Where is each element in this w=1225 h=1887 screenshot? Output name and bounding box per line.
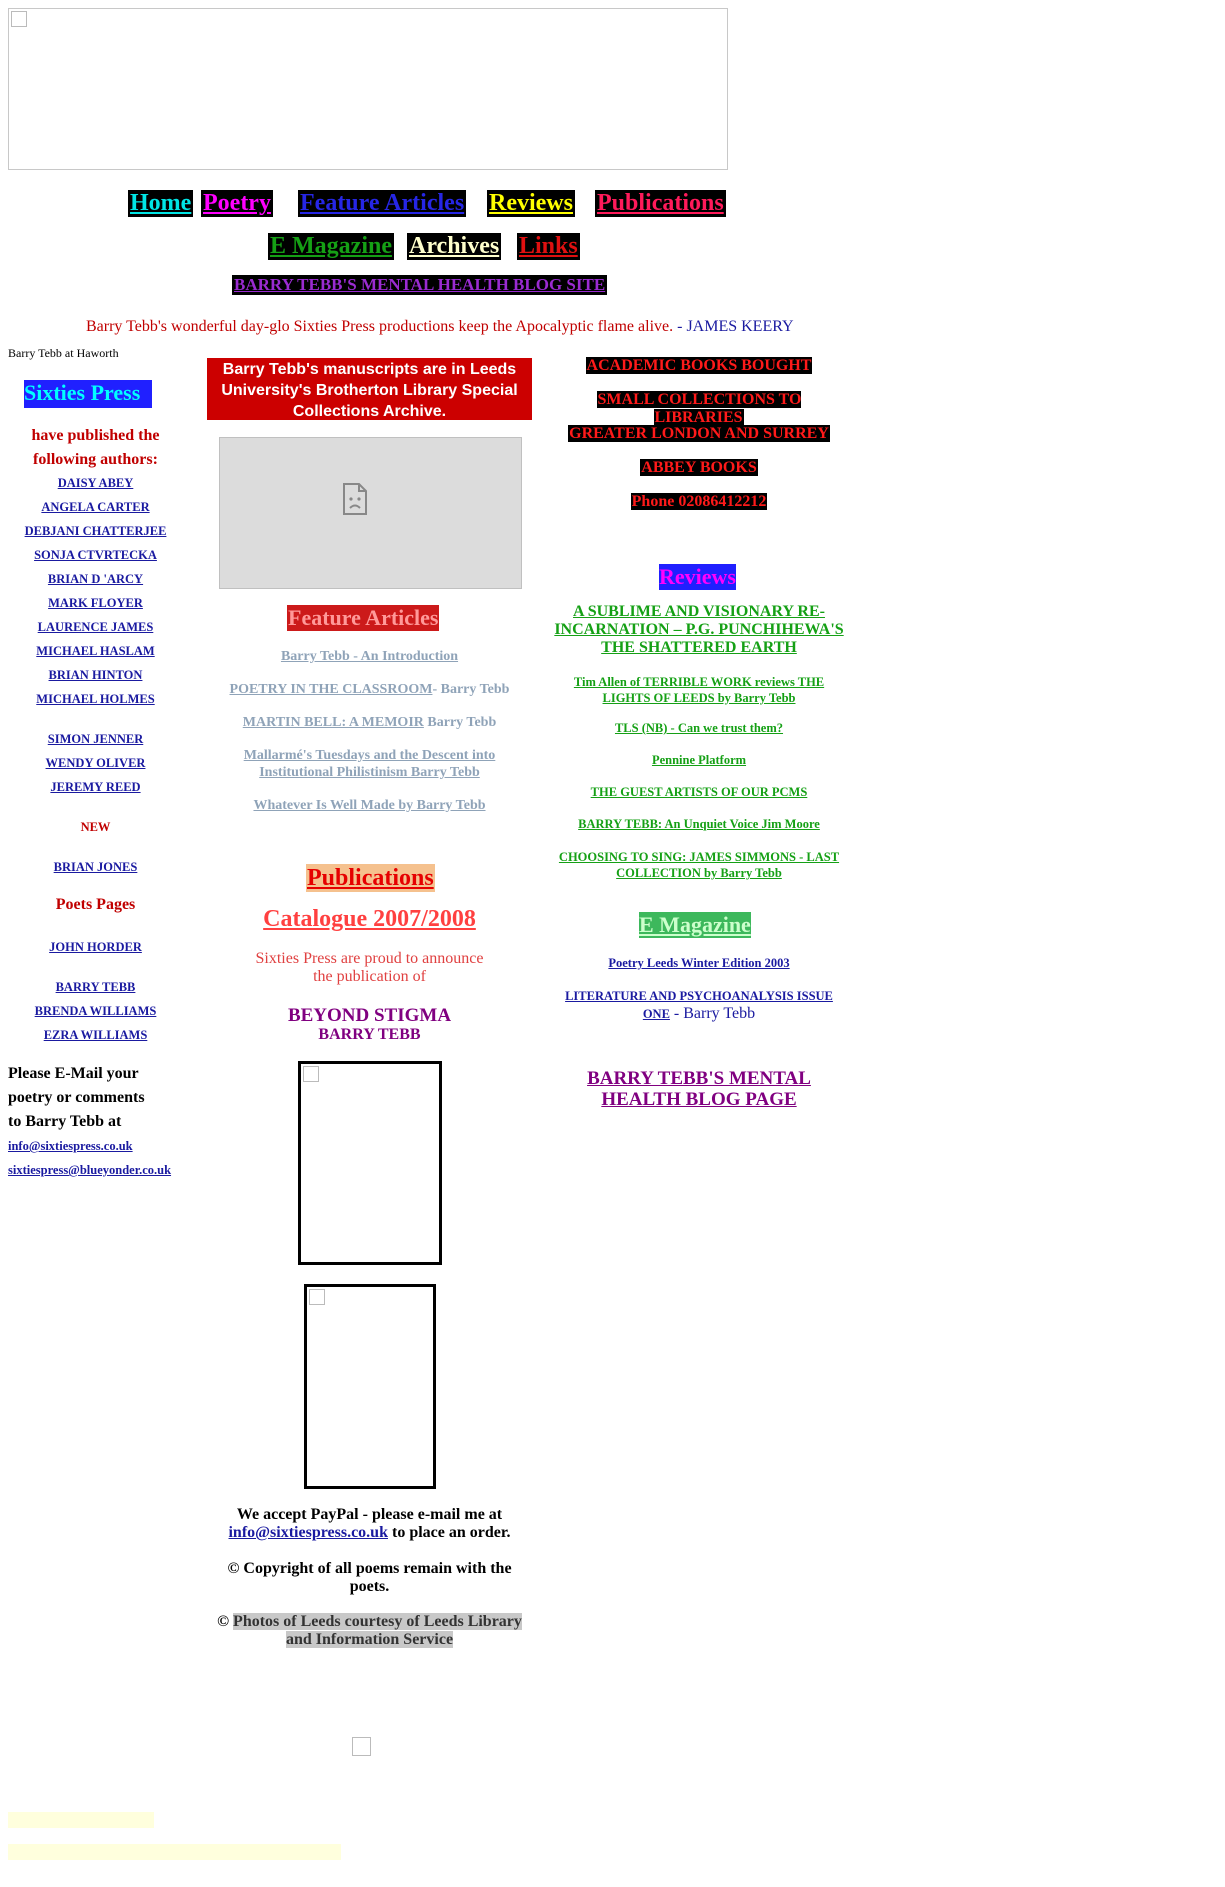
- sad-document-icon: [343, 483, 367, 515]
- reviews-heading: Reviews: [659, 564, 736, 590]
- ad-line: ABBEY BOOKS: [640, 459, 758, 476]
- e-magazine-heading[interactable]: E Magazine: [639, 912, 751, 938]
- review-link[interactable]: Tim Allen of TERRIBLE WORK reviews THE L…: [551, 674, 847, 706]
- quote: Barry Tebb's wonderful day-glo Sixties P…: [86, 318, 794, 336]
- broken-image-icon: [11, 11, 27, 27]
- new-label: NEW: [80, 820, 111, 834]
- paypal-notice: We accept PayPal - please e-mail me at i…: [228, 1506, 511, 1541]
- feature-link[interactable]: Barry Tebb - An Introduction: [281, 649, 458, 664]
- book-author: BARRY TEBB: [318, 1026, 421, 1043]
- feature-link[interactable]: POETRY IN THE CLASSROOM: [230, 682, 433, 697]
- nav-feature-articles[interactable]: Feature Articles: [298, 190, 467, 217]
- author-link[interactable]: ANGELA CARTER: [8, 500, 183, 515]
- author-link[interactable]: SIMON JENNER: [8, 732, 183, 747]
- poet-link[interactable]: JOHN HORDER: [8, 940, 183, 955]
- quote-text: Barry Tebb's wonderful day-glo Sixties P…: [86, 318, 678, 335]
- feature-item: Barry Tebb - An Introduction: [207, 648, 532, 665]
- poets-pages-heading: Poets Pages: [55, 896, 136, 913]
- ad-line: SMALL COLLECTIONS TO LIBRARIES: [596, 391, 802, 426]
- book-cover-image[interactable]: [298, 1061, 442, 1265]
- feature-link[interactable]: Mallarmé's Tuesdays and the Descent into…: [244, 748, 496, 780]
- feature-link[interactable]: Whatever Is Well Made by Barry Tebb: [253, 798, 485, 813]
- missing-plugin-placeholder: [219, 437, 522, 589]
- poet-link[interactable]: BRENDA WILLIAMS: [8, 1004, 183, 1019]
- nav-reviews[interactable]: Reviews: [487, 190, 575, 217]
- new-author-link[interactable]: BRIAN JONES: [8, 860, 183, 875]
- review-link[interactable]: A SUBLIME AND VISIONARY RE-INCARNATION –…: [551, 603, 847, 657]
- announcement-text: Sixties Press are proud to announce the …: [255, 950, 484, 985]
- copyright-poems: © Copyright of all poems remain with the…: [227, 1560, 512, 1595]
- feature-link[interactable]: MARTIN BELL: A MEMOIR: [243, 715, 424, 730]
- email-invitation: Please E-Mail your poetry or comments to…: [8, 1065, 145, 1130]
- author-link[interactable]: JEREMY REED: [8, 780, 183, 795]
- copyright-photos: © Photos of Leeds courtesy of Leeds Libr…: [217, 1613, 522, 1648]
- emag-item: LITERATURE AND PSYCHOANALYSIS ISSUE ONE …: [565, 989, 833, 1022]
- review-link[interactable]: Pennine Platform: [551, 753, 847, 768]
- footer-bar: [8, 1812, 154, 1828]
- author-link[interactable]: MARK FLOYER: [8, 596, 183, 611]
- author-link[interactable]: LAURENCE JAMES: [8, 620, 183, 635]
- broken-image-icon: [303, 1066, 319, 1082]
- ad-line: ACADEMIC BOOKS BOUGHT: [585, 357, 813, 374]
- nav-archives[interactable]: Archives: [407, 233, 502, 260]
- header-banner-image: [8, 8, 728, 170]
- book-title: BEYOND STIGMA: [287, 1005, 452, 1026]
- review-link[interactable]: THE GUEST ARTISTS OF OUR PCMS: [551, 785, 847, 800]
- sixties-press-title: Sixties Press: [24, 380, 153, 408]
- footer-bar: [8, 1844, 341, 1860]
- book-cover-image[interactable]: [304, 1284, 436, 1489]
- email-link[interactable]: info@sixtiespress.co.uk: [8, 1139, 133, 1154]
- author-link[interactable]: WENDY OLIVER: [8, 756, 183, 771]
- broken-image-icon: [309, 1289, 325, 1305]
- publications-heading[interactable]: Publications: [306, 864, 435, 892]
- paypal-email-link[interactable]: info@sixtiespress.co.uk: [228, 1524, 388, 1541]
- feature-item: MARTIN BELL: A MEMOIR Barry Tebb: [242, 715, 497, 730]
- footer-image: [352, 1737, 371, 1756]
- mental-health-blog-page-link[interactable]: BARRY TEBB'S MENTAL HEALTH BLOG PAGE: [551, 1068, 847, 1110]
- nav-links[interactable]: Links: [517, 233, 580, 260]
- feature-articles-heading: Feature Articles: [287, 605, 440, 631]
- email-link[interactable]: sixtiespress@blueyonder.co.uk: [8, 1163, 171, 1178]
- poet-link[interactable]: EZRA WILLIAMS: [8, 1028, 183, 1043]
- author-link[interactable]: MICHAEL HASLAM: [8, 644, 183, 659]
- manuscripts-notice: Barry Tebb's manuscripts are in Leeds Un…: [207, 358, 532, 420]
- poet-link[interactable]: BARRY TEBB: [8, 980, 183, 995]
- review-link[interactable]: CHOOSING TO SING: JAMES SIMMONS - LAST C…: [551, 849, 847, 881]
- author-link[interactable]: BRIAN D 'ARCY: [8, 572, 183, 587]
- author-link[interactable]: DAISY ABEY: [8, 476, 183, 491]
- review-link[interactable]: TLS (NB) - Can we trust them?: [551, 721, 847, 736]
- photo-caption: Barry Tebb at Haworth: [8, 346, 119, 360]
- authors-intro: have published the following authors:: [31, 427, 160, 468]
- emag-item: Poetry Leeds Winter Edition 2003: [551, 956, 847, 971]
- quote-author: - JAMES KEERY: [677, 318, 794, 335]
- catalogue-link[interactable]: Catalogue 2007/2008: [207, 906, 532, 933]
- author-link[interactable]: DEBJANI CHATTERJEE: [8, 524, 183, 539]
- ad-line: GREATER LONDON AND SURREY: [568, 425, 830, 442]
- nav-e-magazine[interactable]: E Magazine: [268, 233, 394, 260]
- emag-link[interactable]: Poetry Leeds Winter Edition 2003: [608, 956, 789, 970]
- author-link[interactable]: SONJA CTVRTECKA: [8, 548, 183, 563]
- feature-item: POETRY IN THE CLASSROOM- Barry Tebb: [229, 682, 510, 697]
- mental-health-blog-link[interactable]: BARRY TEBB'S MENTAL HEALTH BLOG SITE: [232, 275, 608, 295]
- nav-publications[interactable]: Publications: [595, 190, 726, 217]
- feature-item: Mallarmé's Tuesdays and the Descent into…: [207, 747, 532, 781]
- author-link[interactable]: MICHAEL HOLMES: [8, 692, 183, 707]
- nav-poetry[interactable]: Poetry: [201, 190, 273, 217]
- review-link[interactable]: BARRY TEBB: An Unquiet Voice Jim Moore: [551, 817, 847, 832]
- ad-line: Phone 02086412212: [630, 493, 768, 510]
- feature-item: Whatever Is Well Made by Barry Tebb: [207, 797, 532, 814]
- nav-home[interactable]: Home: [128, 190, 194, 217]
- author-link[interactable]: BRIAN HINTON: [8, 668, 183, 683]
